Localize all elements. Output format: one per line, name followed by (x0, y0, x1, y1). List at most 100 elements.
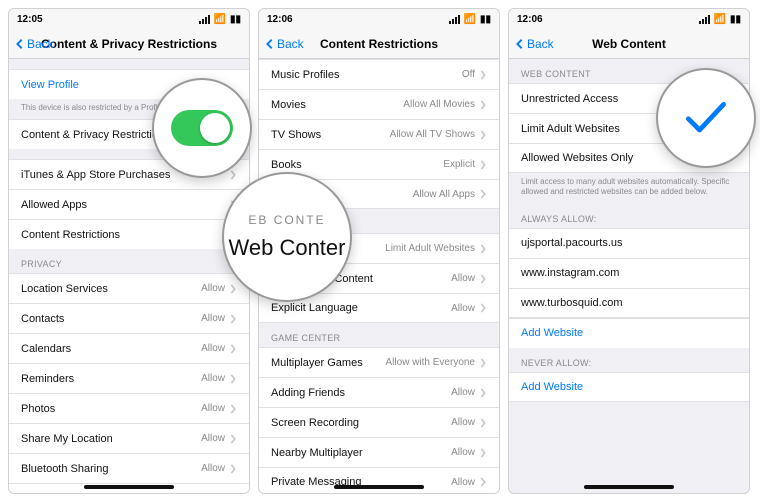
chevron-left-icon (265, 38, 275, 50)
back-button[interactable]: Back (265, 37, 304, 51)
row-label: www.instagram.com (521, 267, 737, 279)
magnifier-toggle (152, 78, 252, 178)
status-bar: 12:05 📶 ▮▮ (9, 9, 249, 29)
status-icons: 📶 ▮▮ (449, 14, 491, 25)
chevron-right-icon (479, 388, 487, 398)
battery-icon: ▮▮ (230, 14, 241, 25)
row-value: Off (462, 69, 475, 80)
cellular-icon (449, 15, 460, 24)
chevron-right-icon (479, 70, 487, 80)
back-button[interactable]: Back (15, 37, 54, 51)
back-button[interactable]: Back (515, 37, 554, 51)
chevron-right-icon (479, 160, 487, 170)
magnifier-checkmark (656, 68, 756, 168)
home-indicator (334, 485, 424, 489)
wifi-icon: 📶 (464, 14, 476, 25)
row-label: Explicit Language (271, 302, 451, 314)
chevron-right-icon (229, 284, 237, 294)
back-label: Back (27, 37, 54, 51)
content-row[interactable]: MoviesAllow All Movies (259, 89, 499, 119)
row-value: Allow (201, 343, 225, 354)
privacy-row[interactable]: Location ServicesAllow (9, 273, 249, 303)
gamecenter-row[interactable]: Screen RecordingAllow (259, 407, 499, 437)
chevron-right-icon (479, 100, 487, 110)
privacy-row[interactable]: RemindersAllow (9, 363, 249, 393)
row-value: Allow (201, 403, 225, 414)
privacy-row[interactable]: Bluetooth SharingAllow (9, 453, 249, 483)
home-indicator (584, 485, 674, 489)
chevron-right-icon (229, 374, 237, 384)
gamecenter-row[interactable]: Multiplayer GamesAllow with Everyone (259, 347, 499, 377)
row-value: Allow (201, 433, 225, 444)
row-allowed-apps[interactable]: Allowed Apps (9, 189, 249, 219)
privacy-row[interactable]: ContactsAllow (9, 303, 249, 333)
cellular-icon (699, 15, 710, 24)
chevron-left-icon (515, 38, 525, 50)
row-label: ujsportal.pacourts.us (521, 237, 737, 249)
web-content-hint: Limit access to many adult websites auto… (509, 173, 749, 204)
status-icons: 📶 ▮▮ (199, 14, 241, 25)
back-label: Back (527, 37, 554, 51)
row-label: Music Profiles (271, 69, 462, 81)
toggle-on-icon (171, 110, 233, 146)
magnifier-web-content: EB CONTE Web Conter (222, 172, 352, 302)
row-label: Nearby Multiplayer (271, 447, 451, 459)
clock: 12:05 (17, 14, 43, 25)
row-value: Allow (201, 283, 225, 294)
privacy-row[interactable]: PhotosAllow (9, 393, 249, 423)
row-value: Allow (451, 387, 475, 398)
row-value: Allow (451, 447, 475, 458)
chevron-right-icon (229, 314, 237, 324)
chevron-right-icon (479, 189, 487, 199)
content-row[interactable]: TV ShowsAllow All TV Shows (259, 119, 499, 149)
row-value: Allow All Apps (413, 189, 475, 200)
gamecenter-row[interactable]: Private MessagingAllow (259, 467, 499, 493)
checkmark-icon (681, 98, 731, 138)
row-label: Share My Location (21, 433, 201, 445)
row-value: Allow (451, 273, 475, 284)
privacy-row[interactable]: Share My LocationAllow (9, 423, 249, 453)
clock: 12:06 (517, 14, 543, 25)
always-allow-site[interactable]: ujsportal.pacourts.us (509, 228, 749, 258)
section-always-allow: ALWAYS ALLOW: (509, 204, 749, 228)
row-value: Allow (451, 477, 475, 488)
chevron-right-icon (479, 358, 487, 368)
row-value: Allow All TV Shows (390, 129, 475, 140)
battery-icon: ▮▮ (730, 14, 741, 25)
wifi-icon: 📶 (714, 14, 726, 25)
back-label: Back (277, 37, 304, 51)
row-label: Reminders (21, 373, 201, 385)
wifi-icon: 📶 (214, 14, 226, 25)
cellular-icon (199, 15, 210, 24)
nav-title: Content & Privacy Restrictions (41, 37, 217, 51)
content-row[interactable]: Music ProfilesOff (259, 59, 499, 89)
status-bar: 12:06 📶 ▮▮ (509, 9, 749, 29)
nav-title: Content Restrictions (320, 37, 438, 51)
add-website-allow[interactable]: Add Website (509, 318, 749, 348)
gamecenter-row[interactable]: Nearby MultiplayerAllow (259, 437, 499, 467)
chevron-right-icon (479, 418, 487, 428)
clock: 12:06 (267, 14, 293, 25)
row-value: Allow (451, 417, 475, 428)
row-value: Allow (451, 303, 475, 314)
row-label: Bluetooth Sharing (21, 463, 201, 475)
row-content-restrictions[interactable]: Content Restrictions (9, 219, 249, 249)
row-value: Allow (201, 313, 225, 324)
row-value: Allow (201, 373, 225, 384)
row-value: Limit Adult Websites (385, 243, 475, 254)
chevron-right-icon (229, 170, 237, 180)
privacy-row[interactable]: CalendarsAllow (9, 333, 249, 363)
battery-icon: ▮▮ (480, 14, 491, 25)
nav-bar: Back Web Content (509, 29, 749, 59)
add-website-never[interactable]: Add Website (509, 372, 749, 402)
row-label: Contacts (21, 313, 201, 325)
gamecenter-row[interactable]: Adding FriendsAllow (259, 377, 499, 407)
always-allow-site[interactable]: www.turbosquid.com (509, 288, 749, 318)
nav-bar: Back Content & Privacy Restrictions (9, 29, 249, 59)
chevron-right-icon (479, 448, 487, 458)
status-icons: 📶 ▮▮ (699, 14, 741, 25)
magnified-row-text: Web Conter (229, 235, 346, 261)
row-value: Explicit (443, 159, 475, 170)
always-allow-site[interactable]: www.instagram.com (509, 258, 749, 288)
row-label: TV Shows (271, 129, 390, 141)
